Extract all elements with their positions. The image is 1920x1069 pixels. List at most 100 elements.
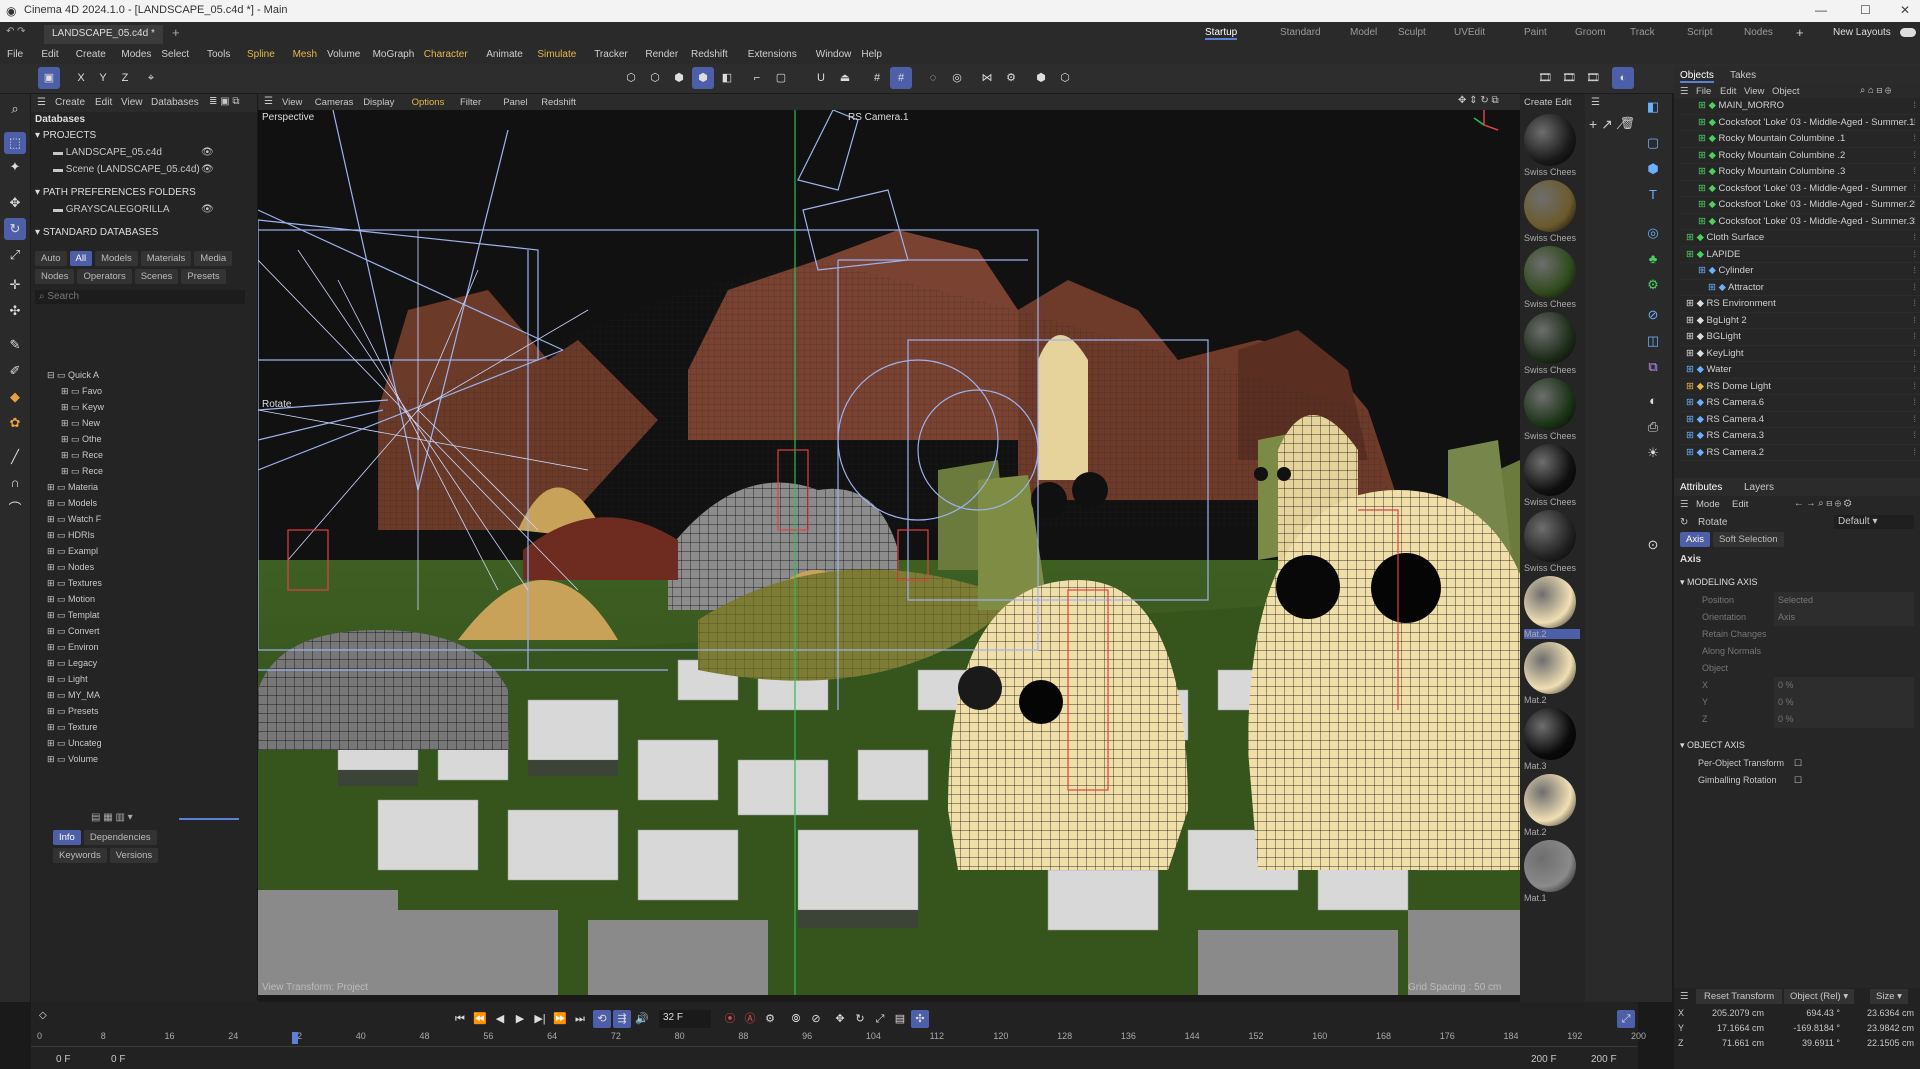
project-item[interactable]: ▬ Scene (LANDSCAPE_05.c4d) 👁 — [35, 161, 257, 178]
visibility-dots[interactable]: ⁞ — [1913, 346, 1916, 363]
filter-auto[interactable]: Auto — [35, 251, 67, 266]
coord-row[interactable]: Z 71.661 cm 39.6911 ° 22.1505 cm — [1674, 1036, 1920, 1051]
coord-row[interactable]: X 205.2079 cm 694.43 ° 23.6364 cm — [1674, 1006, 1920, 1021]
visibility-dots[interactable]: ⁞ — [1913, 313, 1916, 330]
viewport-menu-icon[interactable]: ☰ — [264, 96, 273, 107]
coord-rot[interactable]: 694.43 ° — [1770, 1006, 1840, 1021]
add-layout-icon[interactable]: + — [1796, 25, 1804, 40]
attribute-field[interactable]: Y 0 % — [1674, 694, 1920, 711]
per-object-transform[interactable]: Per-Object Transform ☐ — [1674, 755, 1920, 772]
viewport-menu-filter[interactable]: Filter — [460, 97, 481, 108]
undo-icon[interactable]: ↶ ↷ — [6, 26, 26, 37]
next-key-icon[interactable]: ⏩ — [551, 1010, 569, 1028]
light-icon[interactable]: ☀ — [1642, 442, 1664, 464]
asset-tree-item[interactable]: ⊞ ▭ Materia — [35, 479, 257, 495]
asset-tree-item[interactable]: ⊞ ▭ Convert — [35, 623, 257, 639]
layout-toggle[interactable] — [1900, 28, 1916, 37]
tab-attributes[interactable]: Attributes — [1680, 482, 1722, 493]
extrude-tool-icon[interactable]: ✣ — [4, 300, 26, 322]
size-mode-dropdown[interactable]: Size ▾ — [1870, 989, 1908, 1004]
coord-pos[interactable]: 205.2079 cm — [1694, 1006, 1764, 1021]
menu-animate[interactable]: Animate — [486, 49, 523, 60]
key-settings-icon[interactable]: ⚙ — [761, 1010, 779, 1028]
gimballing-rotation[interactable]: Gimballing Rotation ☐ — [1674, 772, 1920, 789]
attribute-field-value[interactable]: 0 % — [1774, 711, 1914, 728]
attribute-field[interactable]: Z 0 % — [1674, 711, 1920, 728]
3d-viewport[interactable]: Perspective RS Camera.1 Rotate View Tran… — [258, 110, 1520, 995]
preview-end-field[interactable]: 200 F — [1531, 1054, 1557, 1065]
asset-tree-item[interactable]: ⊟ ▭ Quick A — [35, 367, 257, 383]
cloner-icon[interactable]: ♣ — [1642, 248, 1664, 270]
play-icon[interactable]: ▶ — [511, 1010, 529, 1028]
prev-frame-icon[interactable]: ◀ — [491, 1010, 509, 1028]
uv-mode-icon[interactable]: ◧ — [716, 67, 738, 89]
workplane-icon[interactable]: ⌐ — [746, 67, 768, 89]
object-row[interactable]: ⊞ ◆ Cocksfoot 'Loke' 03 - Middle-Aged - … — [1680, 115, 1920, 131]
playhead[interactable] — [292, 1032, 299, 1044]
menu-file[interactable]: File — [1696, 86, 1711, 97]
projects-header[interactable]: ▾ PROJECTS — [35, 127, 257, 144]
keyframe-icon[interactable]: ◇ — [39, 1010, 47, 1021]
square-icon[interactable]: ▢ — [1642, 132, 1664, 154]
attribute-menu-icon[interactable]: ☰ — [1680, 499, 1689, 510]
layout-tab-model[interactable]: Model — [1350, 27, 1377, 38]
attribute-field[interactable]: Retain Changes — [1674, 626, 1920, 643]
menu-edit[interactable]: Edit — [1732, 499, 1748, 510]
visibility-dots[interactable]: ⁞ — [1913, 197, 1916, 214]
menu-simulate[interactable]: Simulate — [537, 49, 576, 60]
minimize-icon[interactable]: — — [1815, 3, 1827, 17]
menu-mode[interactable]: Mode — [1696, 499, 1720, 510]
menu-spline[interactable]: Spline — [247, 49, 275, 60]
visibility-dots[interactable]: ⁞ — [1913, 247, 1916, 264]
asset-tree-item[interactable]: ⊞ ▭ Favo — [35, 383, 257, 399]
asset-tree-item[interactable]: ⊞ ▭ HDRIs — [35, 527, 257, 543]
object-row[interactable]: ⊞ ◆ Cocksfoot 'Loke' 03 - Middle-Aged - … — [1680, 197, 1920, 214]
view-mode-icon[interactable]: ▤ ▦ ▥ ▾ — [91, 812, 133, 823]
live-select-icon[interactable]: ✦ — [4, 156, 26, 178]
asset-tree-item[interactable]: ⊞ ▭ Rece — [35, 463, 257, 479]
object-row[interactable]: ⊞ ◆ RS Dome Light ⁞ — [1680, 379, 1920, 395]
asset-tree-item[interactable]: ⊞ ▭ Othe — [35, 431, 257, 447]
thumbnail-size-slider[interactable] — [179, 818, 239, 820]
visibility-dots[interactable]: ⁞ — [1913, 329, 1916, 346]
visibility-dots[interactable]: ⁞ — [1913, 296, 1916, 313]
render-settings-icon[interactable]: 🎞 — [1534, 67, 1556, 89]
material-thumbnail[interactable] — [1524, 312, 1576, 364]
camera-object-icon[interactable]: ⎙ — [1642, 416, 1664, 438]
current-frame-field[interactable]: 32 F — [659, 1010, 711, 1028]
layout-tab-startup[interactable]: Startup — [1205, 27, 1238, 40]
start-frame-field[interactable]: 0 F — [56, 1054, 70, 1065]
render-view-icon[interactable]: ◎ — [946, 67, 968, 89]
visibility-dots[interactable]: ⁞ — [1913, 428, 1916, 445]
asset-tree-item[interactable]: ⊞ ▭ Models — [35, 495, 257, 511]
coord-pos[interactable]: 17.1664 cm — [1694, 1021, 1764, 1036]
asset-tree-item[interactable]: ⊞ ▭ Keyw — [35, 399, 257, 415]
filter-all[interactable]: All — [69, 251, 93, 266]
scale-key-icon[interactable]: ⤢ — [871, 1010, 889, 1028]
object-row[interactable]: ⊞ ◆ Rocky Mountain Columbine .3 ⁞ — [1680, 164, 1920, 181]
menu-redshift[interactable]: Redshift — [691, 49, 728, 60]
viewport-nav-icon[interactable]: ✥ ⇕ ↻ ⧉ — [1458, 95, 1499, 106]
timeline-expand-icon[interactable]: ⤢ — [1617, 1010, 1635, 1028]
brush-tool-icon[interactable]: ✐ — [4, 360, 26, 382]
path-prefs-header[interactable]: ▾ PATH PREFERENCES FOLDERS — [35, 184, 257, 201]
panel-menu-icon[interactable]: ☰ — [37, 97, 46, 108]
edges-mode-icon[interactable]: ⬡ — [644, 67, 666, 89]
deformer-icon[interactable]: ⊘ — [1642, 304, 1664, 326]
object-row[interactable]: ⊞ ◆ Cylinder ⁞ — [1680, 263, 1920, 280]
attribute-field[interactable]: Orientation Axis — [1674, 609, 1920, 626]
filter-nodes[interactable]: Nodes — [35, 269, 75, 284]
document-tab[interactable]: LANDSCAPE_05.c4d * — [44, 25, 163, 44]
asset-tree-item[interactable]: ⊞ ▭ Environ — [35, 639, 257, 655]
magnet-tool-icon[interactable]: ∩ — [4, 472, 26, 494]
add-tab-icon[interactable]: + — [172, 25, 180, 40]
menu-tracker[interactable]: Tracker — [594, 49, 628, 60]
visibility-dots[interactable]: ⁞ — [1913, 98, 1916, 115]
modeling-axis-header[interactable]: ▾ MODELING AXIS — [1674, 573, 1920, 592]
attribute-field-value[interactable]: 0 % — [1774, 694, 1914, 711]
coordinate-system-icon[interactable]: ⌖ — [140, 67, 162, 89]
coord-size[interactable]: 22.1505 cm — [1844, 1036, 1914, 1051]
menu-edit[interactable]: Edit — [1555, 97, 1571, 108]
asset-tree-item[interactable]: ⊞ ▭ Texture — [35, 719, 257, 735]
menu-databases[interactable]: Databases — [151, 97, 199, 108]
